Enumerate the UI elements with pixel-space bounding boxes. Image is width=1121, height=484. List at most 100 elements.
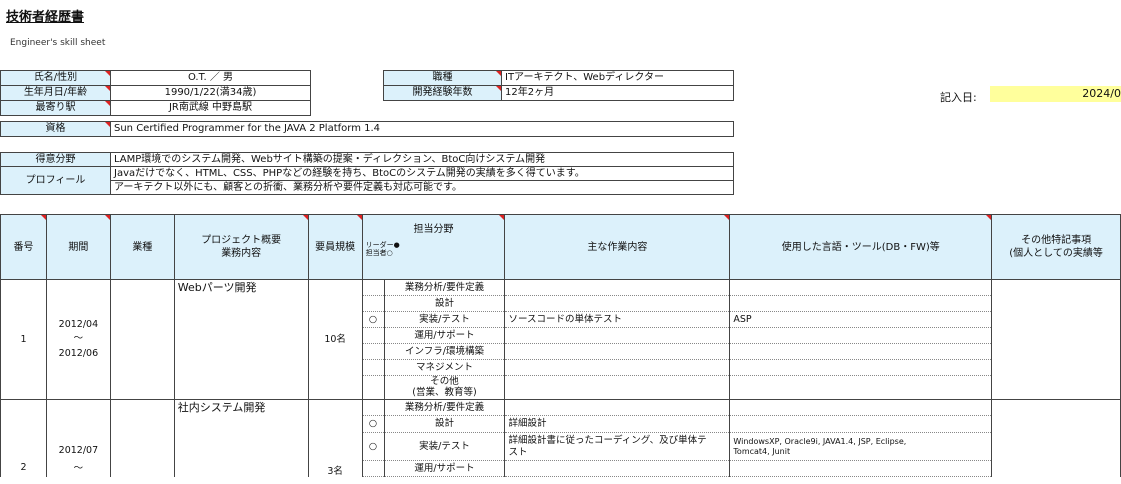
profile-table: 氏名/性別 O.T. ／ 男 生年月日/年齢 1990/1/22(満34歳) 最… [0, 70, 311, 116]
header-no: 番号 [0, 214, 47, 280]
row1-area7-work [504, 375, 731, 400]
row2-period-from: 2012/07 [58, 445, 99, 456]
row1-area7-name-line2: (営業、教育等) [412, 386, 477, 398]
profile-label: プロフィール [0, 166, 111, 195]
row1-area3-tools: ASP [729, 311, 993, 328]
row2-area4-tools [729, 460, 993, 477]
header-project-line1: プロジェクト概要 [201, 235, 282, 246]
header-notes-line2: (個人としての実績等 [1009, 248, 1103, 259]
row1-area1-flag [361, 279, 385, 296]
row1-notes [991, 279, 1121, 400]
date-label: 記入日: [940, 91, 977, 104]
header-work: 主な作業内容 [504, 214, 731, 280]
row2-area3-name: 実装/テスト [383, 432, 506, 461]
row1-area7-tools [729, 375, 993, 400]
birth-label: 生年月日/年齢 [0, 85, 111, 101]
row1-area4-flag [361, 327, 385, 344]
row2-area3-tools-line2: Tomcat4, Junit [733, 446, 791, 456]
row1-area6-tools [729, 359, 993, 376]
row1-area2-name: 設計 [383, 295, 506, 312]
row2-no: 2 [0, 399, 47, 477]
name-label: 氏名/性別 [0, 70, 111, 86]
row2-area1-flag [361, 399, 385, 416]
specialty-label: 得意分野 [0, 152, 111, 167]
station-label: 最寄り駅 [0, 100, 111, 116]
row2-notes [991, 399, 1121, 477]
row1-industry [109, 279, 175, 400]
row2-area3-tools: WindowsXP, Oracle9i, JAVA1.4, JSP, Eclip… [729, 432, 993, 461]
row1-area2-tools [729, 295, 993, 312]
header-period: 期間 [45, 214, 111, 280]
row1-area5-work [504, 343, 731, 360]
row1-area3-flag: ○ [361, 311, 385, 328]
table-row: 1 2012/04 ～ 2012/06 Webパーツ開発 10名 業務分析/要件… [0, 279, 1121, 400]
row2-area3-tools-line1: WindowsXP, Oracle9i, JAVA1.4, JSP, Eclip… [733, 436, 907, 446]
row1-area4-work [504, 327, 731, 344]
row2-area4-flag [361, 460, 385, 477]
profile-text-line2[interactable]: アーキテクト以外にも、顧客との折衝、業務分析や要件定義も対応可能です。 [110, 180, 734, 195]
row1-area3-work: ソースコードの単体テスト [504, 311, 731, 328]
header-notes: その他特記事項 (個人としての実績等 [991, 214, 1121, 280]
profile-text-line1[interactable]: Javaだけでなく、HTML、CSS、PHPなどの経験を持ち、BtoCのシステム… [110, 166, 734, 181]
cert-value[interactable]: Sun Certified Programmer for the JAVA 2 … [110, 121, 734, 137]
document-title: 技術者経歴書 [6, 10, 85, 25]
row2-area3-work-line1: 詳細設計書に従ったコーディング、及び単体テ [508, 435, 707, 447]
row2-area2-tools [729, 415, 993, 433]
row2-area1-work [504, 399, 731, 416]
row2-period: 2012/07 ～ [45, 399, 111, 477]
date-value[interactable]: 2024/0 [990, 86, 1121, 102]
row1-period-sep: ～ [73, 333, 84, 345]
row1-area7-name-line1: その他 [430, 376, 459, 388]
row1-period: 2012/04 ～ 2012/06 [45, 279, 111, 400]
job-label: 職種 [383, 70, 502, 86]
row1-area4-tools [729, 327, 993, 344]
row2-area3-work: 詳細設計書に従ったコーディング、及び単体テ スト [504, 432, 731, 461]
job-value[interactable]: ITアーキテクト、Webディレクター [501, 70, 734, 86]
row1-area4-name: 運用/サポート [383, 327, 506, 344]
specialty-value[interactable]: LAMP環境でのシステム開発、Webサイト構築の提案・ディレクション、BtoC向… [110, 152, 734, 167]
header-notes-line1: その他特記事項 [1021, 235, 1092, 246]
years-label: 開発経験年数 [383, 85, 502, 101]
header-role: 担当分野 リーダー● 担当者○ [361, 214, 506, 280]
station-value[interactable]: JR南武線 中野島駅 [110, 100, 311, 116]
row2-area4-name: 運用/サポート [383, 460, 506, 477]
row1-area1-work [504, 279, 731, 296]
row2-area3-flag: ○ [361, 432, 385, 461]
cert-label: 資格 [0, 121, 111, 137]
birth-value[interactable]: 1990/1/22(満34歳) [110, 85, 311, 101]
row2-area3-work-line2: スト [508, 446, 528, 458]
row1-area5-name: インフラ/環境構築 [383, 343, 506, 360]
row1-area5-tools [729, 343, 993, 360]
row1-area6-name: マネジメント [383, 359, 506, 376]
job-table: 職種 ITアーキテクト、Webディレクター 開発経験年数 12年2ヶ月 [383, 70, 734, 101]
document-subtitle: Engineer's skill sheet [10, 38, 106, 48]
row1-area1-tools [729, 279, 993, 296]
history-table: 番号 期間 業種 プロジェクト概要 業務内容 要員規模 担当分野 リーダー● 担… [0, 214, 1121, 477]
role-legend-member: 担当者○ [365, 248, 393, 257]
row1-area2-flag [361, 295, 385, 312]
row1-area6-flag [361, 359, 385, 376]
table-row: 2 2012/07 ～ 社内システム開発 3名 業務分析/要件定義 [0, 399, 1121, 477]
row1-area7-flag [361, 375, 385, 400]
header-project-line2: 業務内容 [221, 248, 262, 259]
row2-size: 3名 [307, 399, 363, 477]
row1-period-from: 2012/04 [58, 319, 99, 331]
row1-area7-name: その他 (営業、教育等) [383, 375, 506, 400]
row1-area2-work [504, 295, 731, 312]
row1-period-to: 2012/06 [58, 347, 99, 359]
name-value[interactable]: O.T. ／ 男 [110, 70, 311, 86]
row1-area5-flag [361, 343, 385, 360]
row2-area4-work [504, 460, 731, 477]
row2-area1-name: 業務分析/要件定義 [383, 399, 506, 416]
years-value[interactable]: 12年2ヶ月 [501, 85, 734, 101]
row2-area2-work: 詳細設計 [504, 415, 731, 433]
row1-project: Webパーツ開発 [173, 279, 309, 400]
row1-area1-name: 業務分析/要件定義 [383, 279, 506, 296]
row1-no: 1 [0, 279, 47, 400]
row1-size: 10名 [307, 279, 363, 400]
row2-area2-flag: ○ [361, 415, 385, 433]
row2-no-value: 2 [20, 462, 27, 473]
row2-period-sep: ～ [73, 463, 84, 475]
cert-table: 資格 Sun Certified Programmer for the JAVA… [0, 121, 734, 137]
row2-project: 社内システム開発 [173, 399, 309, 477]
